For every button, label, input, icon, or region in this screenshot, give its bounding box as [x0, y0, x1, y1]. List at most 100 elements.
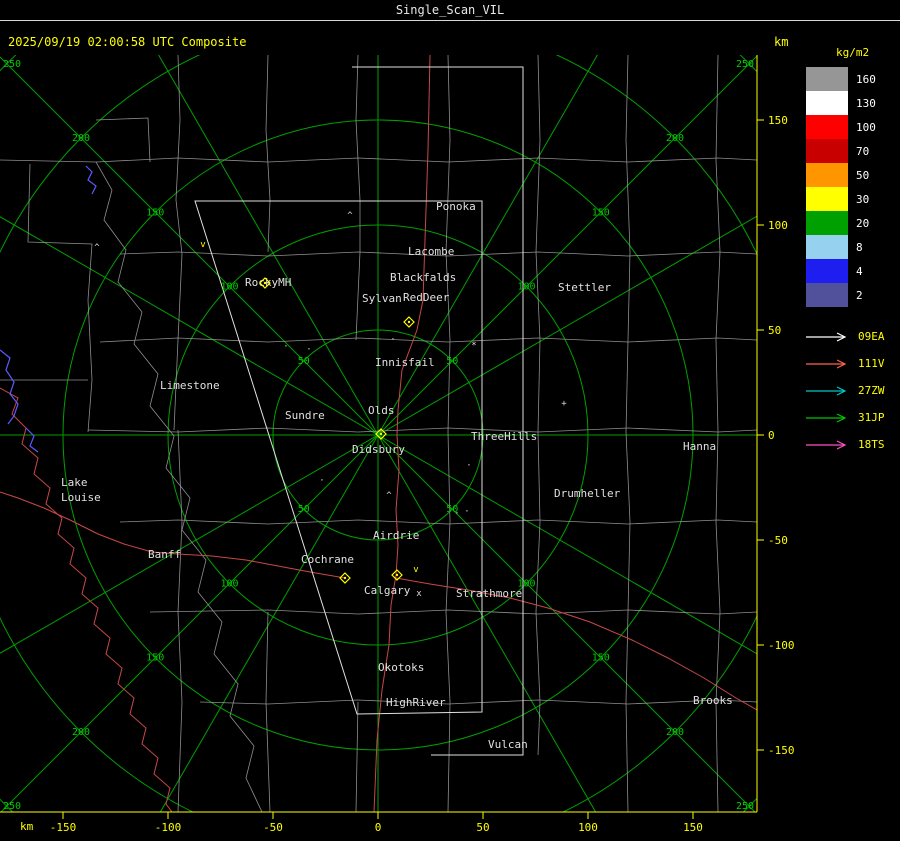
water-features [0, 165, 97, 453]
legend-swatch [806, 67, 848, 91]
range-label-150: 150 [146, 653, 164, 664]
radar-id-row-27ZW: 27ZW [806, 377, 900, 404]
legend-panel: kg/m2 160 130 100 70 50 30 20 8 4 2 09EA 111V 27ZW 3… [800, 46, 900, 458]
radar-arrow-icon [806, 358, 847, 369]
range-label-100: 100 [220, 578, 238, 589]
place-label-limestone: Limestone [160, 379, 220, 392]
legend-entry-30: 30 [800, 187, 900, 211]
radar-arrow-icon [806, 412, 847, 423]
right-axis-label: 100 [768, 219, 788, 232]
legend-entry-2: 2 [800, 283, 900, 307]
range-label-150: 150 [592, 207, 610, 218]
town-marker: x [416, 589, 422, 599]
legend-entry-160: 160 [800, 67, 900, 91]
radar-site-dot [263, 281, 267, 285]
bottom-axis-label: 100 [578, 821, 598, 834]
radar-application-window: Single_Scan_VIL 2025/09/19 02:00:58 UTC … [0, 0, 900, 841]
legend-value: 20 [856, 216, 870, 230]
place-label-calgary: Calgary [364, 584, 411, 597]
radar-site-dot [395, 573, 399, 577]
scan-timestamp: 2025/09/19 02:00:58 UTC Composite [8, 35, 247, 49]
window-title: Single_Scan_VIL [0, 0, 900, 21]
legend-swatch [806, 91, 848, 115]
legend-swatch [806, 115, 848, 139]
legend-value: 160 [856, 72, 876, 86]
town-marker: v [200, 240, 205, 250]
right-axis-label: 50 [768, 324, 781, 337]
bottom-axis-label: 0 [375, 821, 382, 834]
place-label-cochrane: Cochrane [301, 553, 354, 566]
range-label-250: 250 [3, 801, 21, 812]
legend-value: 130 [856, 96, 876, 110]
town-marker: * [471, 341, 476, 351]
place-label-stettler: Stettler [558, 281, 611, 294]
range-label-200: 200 [666, 727, 684, 738]
legend-entry-70: 70 [800, 139, 900, 163]
place-label-brooks: Brooks [693, 694, 733, 707]
place-label-highriver: HighRiver [386, 696, 446, 709]
town-marker: + [561, 399, 567, 409]
radar-id-row-18TS: 18TS [806, 431, 900, 458]
legend-entry-4: 4 [800, 259, 900, 283]
scan-area-outlines [194, 66, 524, 756]
legend-entry-20: 20 [800, 211, 900, 235]
range-label-50: 50 [298, 356, 310, 367]
radar-site-dot [379, 432, 383, 436]
place-label-lake: Lake [61, 476, 88, 489]
place-label-ponoka: Ponoka [436, 200, 476, 213]
town-marker: · [454, 509, 459, 519]
range-label-150: 150 [146, 207, 164, 218]
place-label-threehills: ThreeHills [471, 430, 537, 443]
legend-swatch [806, 139, 848, 163]
radar-map[interactable]: 50 5050 50100 100100 100150 150150 150200 20020… [0, 0, 900, 841]
right-axis-unit: km [774, 35, 789, 49]
legend-entry-8: 8 [800, 235, 900, 259]
legend-swatch [806, 211, 848, 235]
radar-id-label: 18TS [858, 438, 885, 451]
azimuth-line-150deg [159, 55, 598, 812]
legend-value: 4 [856, 264, 863, 278]
town-marker: · [464, 507, 469, 517]
town-marker: ^ [386, 491, 392, 501]
legend-value: 8 [856, 240, 863, 254]
legend-swatch [806, 163, 848, 187]
place-label-hanna: Hanna [683, 440, 716, 453]
place-label-banff: Banff [148, 548, 181, 561]
place-label-louise: Louise [61, 491, 101, 504]
place-labels: Ponoka Lacombe Blackfalds Sylvan RedDeer Stet… [61, 200, 733, 751]
azimuth-line-30deg [158, 55, 597, 812]
radar-arrow-icon [806, 439, 847, 450]
legend-swatch [806, 235, 848, 259]
legend-entry-50: 50 [800, 163, 900, 187]
colour-scale-legend: 160 130 100 70 50 30 20 8 4 2 [800, 67, 900, 307]
radar-site-dot [407, 320, 411, 324]
radar-id-row-09EA: 09EA [806, 323, 900, 350]
place-label-reddeer: RedDeer [403, 291, 450, 304]
bottom-axis-label: -50 [263, 821, 283, 834]
radar-id-legend: 09EA 111V 27ZW 31JP 18TS [806, 323, 900, 458]
town-marker: · [390, 335, 395, 345]
range-label-250: 250 [736, 59, 754, 70]
range-label-250: 250 [736, 801, 754, 812]
range-label-200: 200 [666, 133, 684, 144]
town-markers: ^ ^ · · * · + · · · · ^ x v v [94, 211, 567, 599]
range-label-50: 50 [298, 504, 310, 515]
legend-entry-100: 100 [800, 115, 900, 139]
radar-id-label: 111V [858, 357, 885, 370]
range-label-100: 100 [220, 282, 238, 293]
range-label-100: 100 [517, 282, 535, 293]
radar-arrow-icon [806, 331, 847, 342]
radar-arrow-icon [806, 385, 847, 396]
town-marker: · [306, 345, 311, 355]
bottom-axis-label: 150 [683, 821, 703, 834]
legend-entry-130: 130 [800, 91, 900, 115]
place-label-didsbury: Didsbury [352, 443, 405, 456]
legend-value: 70 [856, 144, 870, 158]
bottom-axis-label: 50 [476, 821, 489, 834]
place-label-lacombe: Lacombe [408, 245, 454, 258]
legend-value: 100 [856, 120, 876, 134]
legend-swatch [806, 259, 848, 283]
right-axis-label: -150 [768, 744, 795, 757]
town-marker: ^ [347, 211, 353, 221]
range-label-150: 150 [592, 653, 610, 664]
